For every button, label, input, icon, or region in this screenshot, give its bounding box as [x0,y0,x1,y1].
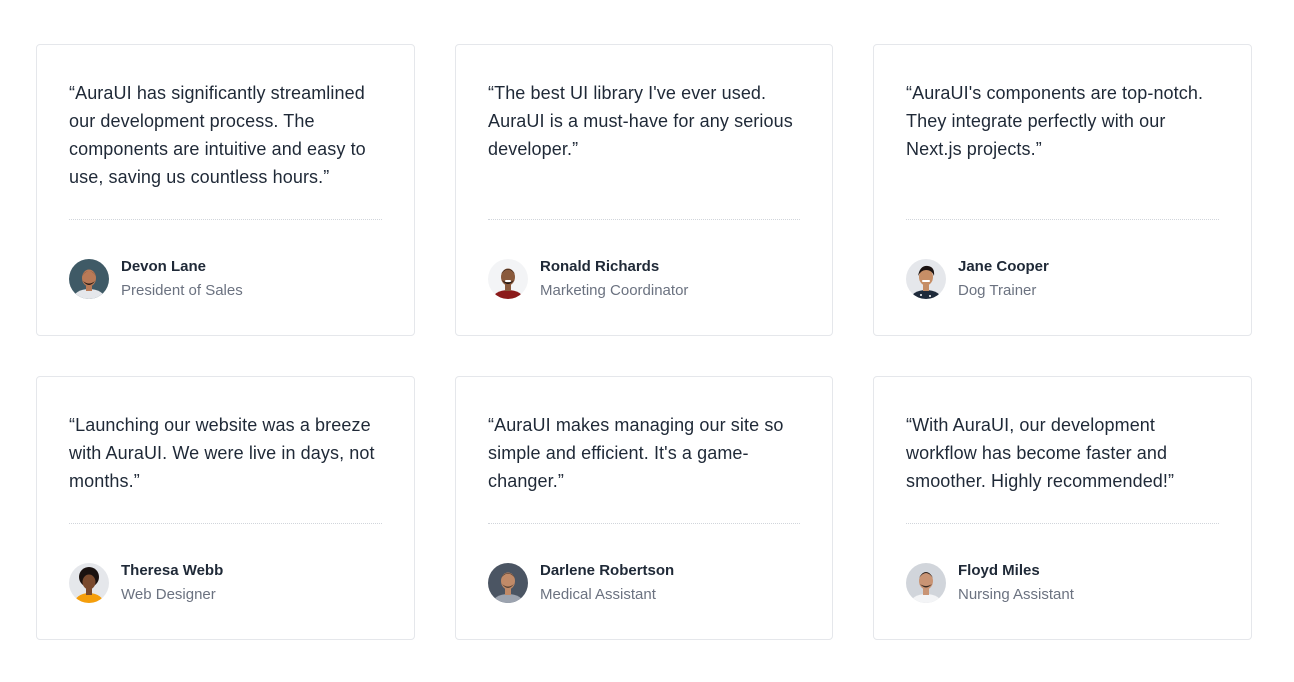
author-name: Ronald Richards [540,258,660,275]
testimonial-card: “AuraUI's components are top-notch. They… [873,44,1252,336]
testimonial-author: Devon Lane President of Sales [69,256,382,302]
avatar [69,563,109,603]
avatar [906,259,946,299]
testimonial-card: “AuraUI has significantly streamlined ou… [36,44,415,336]
author-role: Web Designer [121,586,216,603]
testimonial-author: Jane Cooper Dog Trainer [906,256,1219,302]
author-name: Theresa Webb [121,562,224,579]
testimonials-grid: “AuraUI has significantly streamlined ou… [36,44,1252,640]
testimonial-quote: “The best UI library I've ever used. Aur… [488,83,793,159]
testimonial-author: Theresa Webb Web Designer [69,560,382,606]
author-role: Medical Assistant [540,586,656,603]
testimonial-card: “With AuraUI, our development workflow h… [873,376,1252,640]
divider [69,219,382,220]
testimonial-quote: “Launching our website was a breeze with… [69,415,375,491]
testimonial-author: Ronald Richards Marketing Coordinator [488,256,800,302]
divider [69,523,382,524]
testimonial-card: “Launching our website was a breeze with… [36,376,415,640]
author-name: Jane Cooper [958,258,1049,275]
author-name: Devon Lane [121,258,207,275]
testimonial-quote: “AuraUI has significantly streamlined ou… [69,83,366,187]
author-role: Nursing Assistant [958,586,1074,603]
divider [488,219,800,220]
avatar [906,563,946,603]
divider [488,523,800,524]
testimonial-author: Floyd Miles Nursing Assistant [906,560,1219,606]
author-name: Darlene Robertson [540,562,675,579]
author-role: Dog Trainer [958,282,1037,299]
testimonial-card: “The best UI library I've ever used. Aur… [455,44,833,336]
testimonial-quote: “AuraUI's components are top-notch. They… [906,83,1204,159]
divider [906,219,1219,220]
testimonial-card: “AuraUI makes managing our site so simpl… [455,376,833,640]
avatar [488,563,528,603]
testimonial-quote: “AuraUI makes managing our site so simpl… [488,415,784,491]
testimonial-quote: “With AuraUI, our development workflow h… [906,415,1175,491]
avatar [488,259,528,299]
avatar [69,259,109,299]
divider [906,523,1219,524]
testimonial-author: Darlene Robertson Medical Assistant [488,560,800,606]
author-role: Marketing Coordinator [540,282,689,299]
author-name: Floyd Miles [958,562,1040,579]
author-role: President of Sales [121,282,243,299]
